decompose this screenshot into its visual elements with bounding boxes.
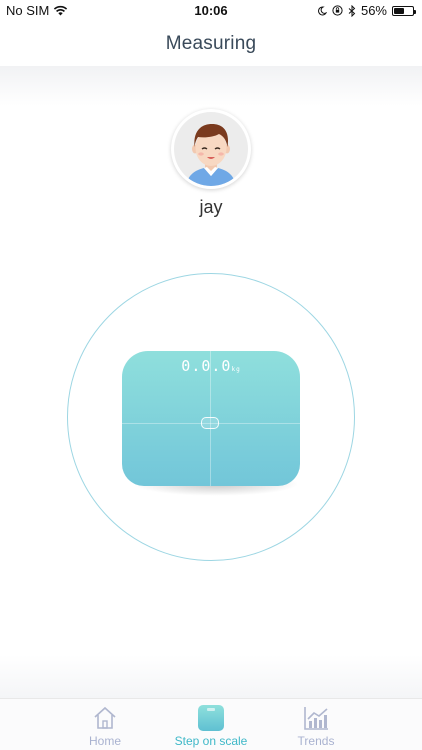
scale-icon xyxy=(198,705,224,731)
battery-percent: 56% xyxy=(360,3,387,18)
tab-step-on-scale-label: Step on scale xyxy=(174,734,248,748)
bottom-fade xyxy=(0,655,422,698)
battery-icon xyxy=(392,5,416,16)
bluetooth-icon xyxy=(348,4,356,17)
user-name: jay xyxy=(199,197,223,217)
tab-home[interactable]: Home xyxy=(55,704,155,748)
nav-shadow xyxy=(0,66,422,106)
battery-level xyxy=(394,7,404,14)
avatar[interactable] xyxy=(171,109,251,189)
scale-illustration: 0.0.0kg xyxy=(122,351,300,486)
status-bar: No SIM 10:06 56% xyxy=(0,0,422,22)
moon-icon xyxy=(318,5,327,15)
trends-icon xyxy=(304,707,328,730)
orientation-lock-icon xyxy=(332,5,343,16)
tab-bar: Home Step on scale Trends xyxy=(0,698,422,750)
scale-display: 0.0.0kg xyxy=(122,357,300,375)
home-icon xyxy=(94,706,116,729)
tab-home-label: Home xyxy=(88,734,121,748)
tab-trends[interactable]: Trends xyxy=(266,704,366,748)
tab-step-on-scale[interactable]: Step on scale xyxy=(161,704,261,748)
status-right: 56% xyxy=(317,3,416,18)
scale-logo-icon xyxy=(201,417,219,429)
battery-tip xyxy=(414,9,416,14)
page-title: Measuring xyxy=(165,33,257,54)
tab-trends-label: Trends xyxy=(297,734,335,748)
nav-bar: Measuring xyxy=(0,22,422,66)
scale-unit: kg xyxy=(231,366,241,373)
avatar-image xyxy=(174,112,248,186)
user-avatar-icon xyxy=(186,124,236,186)
scale-reading: 0.0.0 xyxy=(181,357,232,375)
